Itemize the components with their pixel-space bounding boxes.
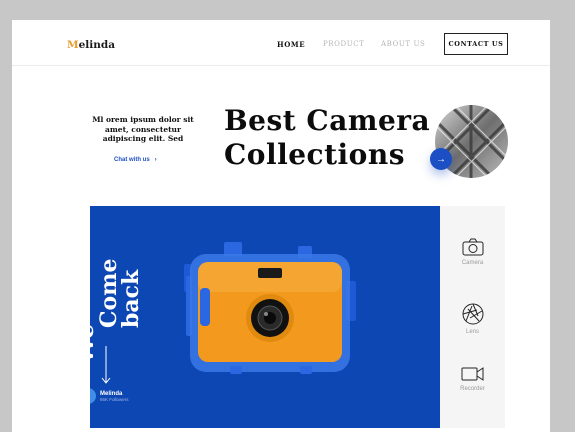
hero-intro: Ml orem ipsum dolor sit amet, consectetu… [92,115,194,143]
author-info: Melinda 86K Followers [100,391,129,402]
category-lens[interactable]: Lens [440,303,505,335]
chat-link[interactable]: Chat with us › [114,157,157,163]
word-back: back [118,269,144,328]
category-label: Camera [461,260,484,266]
author-followers: 86K Followers [100,396,129,402]
headline-line2: Collections [224,138,405,171]
category-camera[interactable]: Camera [440,238,505,266]
headline-line1: Best Camera [224,104,431,137]
word-we: We [90,323,99,364]
avatar: ● [90,388,96,404]
contact-button[interactable]: CONTACT US [444,33,508,55]
nav-home[interactable]: HOME [277,40,305,49]
arrow-down-icon [101,346,111,384]
chat-label: Chat with us [114,157,150,163]
category-label: Recorder [460,386,485,392]
next-arrow-button[interactable]: → [430,148,452,170]
video-icon [461,367,483,381]
nav-product[interactable]: PRODUCT [323,40,364,48]
aperture-icon [462,303,483,325]
header: Melinda HOME PRODUCT ABOUT US CONTACT US [12,20,550,66]
nav-about[interactable]: ABOUT US [381,40,425,48]
logo[interactable]: Melinda [67,39,115,51]
author-card[interactable]: ● Melinda 86K Followers [90,388,129,404]
category-recorder[interactable]: Recorder [440,366,505,392]
chevron-right-icon: › [154,157,157,163]
category-sidebar: Camera Lens Recorder [440,206,505,428]
arrow-right-icon: → [436,153,446,165]
camera-icon [462,238,483,256]
page: Melinda HOME PRODUCT ABOUT US CONTACT US… [12,20,550,432]
headline: Best Camera Collections [224,104,430,172]
category-label: Lens [465,329,479,335]
logo-text: elinda [78,39,116,51]
showcase-panel: We Come back ● Melinda 86K Followers [90,206,440,428]
logo-initial: M [67,39,79,51]
